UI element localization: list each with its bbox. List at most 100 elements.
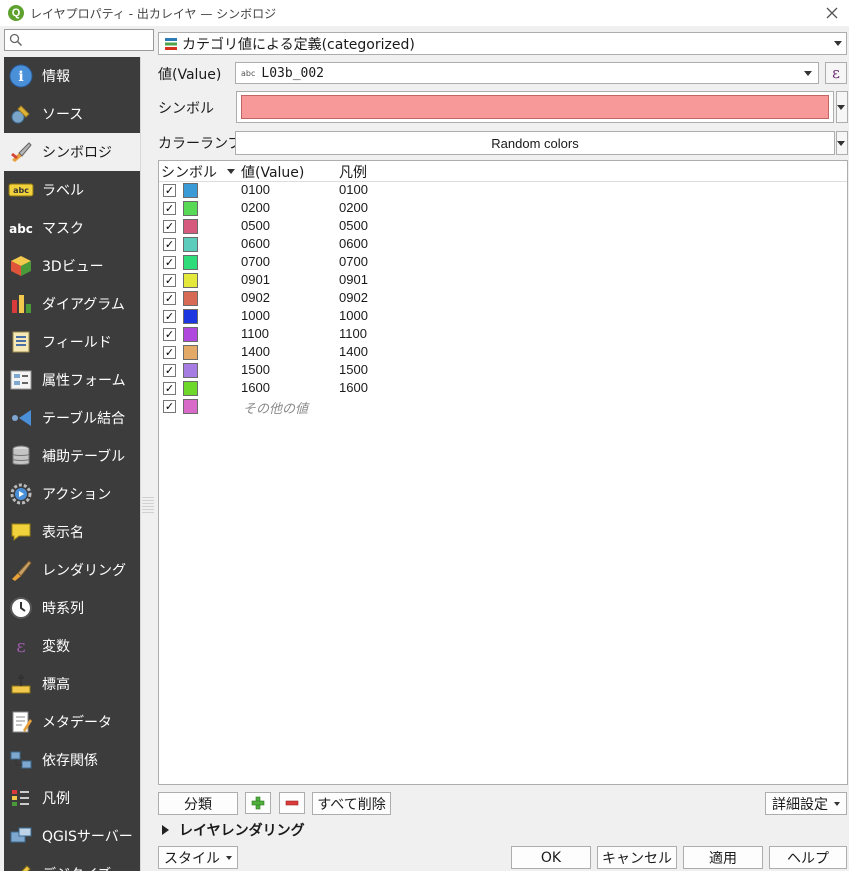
renderer-type-select[interactable]: カテゴリ値による定義(categorized) <box>158 32 847 55</box>
category-value: 1000 <box>241 308 270 323</box>
category-checkbox[interactable]: ✓ <box>163 184 176 197</box>
category-checkbox[interactable]: ✓ <box>163 238 176 251</box>
table-row[interactable]: ✓ 0100 0100 <box>159 182 847 200</box>
advanced-button[interactable]: 詳細設定 <box>765 792 847 815</box>
sidebar-item-attribute-form[interactable]: 属性フォーム <box>4 361 140 399</box>
category-symbol[interactable] <box>183 345 198 360</box>
search-icon <box>9 33 23 47</box>
sort-indicator-icon <box>227 169 235 174</box>
table-row-other-values[interactable]: ✓ その他の値 <box>159 398 847 417</box>
sidebar-item-symbology[interactable]: シンボロジ <box>4 133 140 171</box>
table-row[interactable]: ✓ 0500 0500 <box>159 218 847 236</box>
category-symbol[interactable] <box>183 381 198 396</box>
sidebar-item-legend[interactable]: 凡例 <box>4 779 140 817</box>
symbol-button[interactable] <box>236 91 834 123</box>
rendering-icon <box>8 557 34 583</box>
category-symbol[interactable] <box>183 399 198 414</box>
category-checkbox[interactable]: ✓ <box>163 292 176 305</box>
column-header-symbol[interactable]: シンボル <box>161 162 217 182</box>
sidebar-item-actions[interactable]: アクション <box>4 475 140 513</box>
sidebar-item-qgis-server[interactable]: QGISサーバー <box>4 817 140 855</box>
category-symbol[interactable] <box>183 273 198 288</box>
category-checkbox[interactable]: ✓ <box>163 328 176 341</box>
category-checkbox[interactable]: ✓ <box>163 274 176 287</box>
color-ramp-dropdown-button[interactable] <box>836 131 848 155</box>
symbology-icon <box>8 139 34 165</box>
splitter-grip[interactable] <box>142 497 154 513</box>
category-symbol[interactable] <box>183 291 198 306</box>
category-checkbox[interactable]: ✓ <box>163 202 176 215</box>
category-symbol[interactable] <box>183 201 198 216</box>
table-row[interactable]: ✓ 1600 1600 <box>159 380 847 398</box>
table-row[interactable]: ✓ 1000 1000 <box>159 308 847 326</box>
scrollbar-thumb[interactable] <box>144 61 152 841</box>
table-row[interactable]: ✓ 1500 1500 <box>159 362 847 380</box>
table-row[interactable]: ✓ 0700 0700 <box>159 254 847 272</box>
sidebar-item-metadata[interactable]: メタデータ <box>4 703 140 741</box>
table-row[interactable]: ✓ 1100 1100 <box>159 326 847 344</box>
color-ramp-button[interactable]: Random colors <box>235 131 835 155</box>
table-row[interactable]: ✓ 0600 0600 <box>159 236 847 254</box>
sidebar-item-3d-view[interactable]: 3Dビュー <box>4 247 140 285</box>
remove-category-button[interactable] <box>279 792 305 814</box>
category-symbol[interactable] <box>183 255 198 270</box>
expression-button[interactable]: ε <box>825 62 847 84</box>
sidebar-item-diagram[interactable]: ダイアグラム <box>4 285 140 323</box>
sidebar-search-input[interactable] <box>4 29 154 51</box>
symbol-dropdown-button[interactable] <box>836 91 848 123</box>
table-row[interactable]: ✓ 1400 1400 <box>159 344 847 362</box>
category-symbol[interactable] <box>183 183 198 198</box>
category-checkbox[interactable]: ✓ <box>163 400 176 413</box>
classify-button[interactable]: 分類 <box>158 792 238 815</box>
table-row[interactable]: ✓ 0902 0902 <box>159 290 847 308</box>
close-button[interactable] <box>821 3 843 23</box>
sidebar-item-auxiliary-storage[interactable]: 補助テーブル <box>4 437 140 475</box>
value-field-combo[interactable]: abc L03b_002 <box>235 62 819 84</box>
apply-button[interactable]: 適用 <box>683 846 763 869</box>
cancel-button[interactable]: キャンセル <box>597 846 677 869</box>
auxiliary-storage-icon <box>8 443 34 469</box>
sidebar-item-variables[interactable]: ε 変数 <box>4 627 140 665</box>
sidebar-item-labels[interactable]: abc ラベル <box>4 171 140 209</box>
sidebar-item-fields[interactable]: フィールド <box>4 323 140 361</box>
layer-rendering-toggle[interactable]: レイヤレンダリング <box>162 820 305 840</box>
category-value: 0100 <box>241 182 270 197</box>
category-symbol[interactable] <box>183 327 198 342</box>
delete-all-button[interactable]: すべて削除 <box>312 792 391 815</box>
sidebar-item-mask[interactable]: abc マスク <box>4 209 140 247</box>
add-category-button[interactable] <box>245 792 271 814</box>
category-symbol[interactable] <box>183 309 198 324</box>
category-checkbox[interactable]: ✓ <box>163 256 176 269</box>
value-label: 値(Value) <box>158 67 222 83</box>
sidebar-item-info[interactable]: i 情報 <box>4 57 140 95</box>
field-type-icon: abc <box>241 68 256 78</box>
symbol-preview <box>241 95 829 119</box>
category-symbol[interactable] <box>183 237 198 252</box>
help-button[interactable]: ヘルプ <box>769 846 847 869</box>
ok-button[interactable]: OK <box>511 846 591 869</box>
table-row[interactable]: ✓ 0901 0901 <box>159 272 847 290</box>
category-symbol[interactable] <box>183 219 198 234</box>
category-checkbox[interactable]: ✓ <box>163 346 176 359</box>
sidebar-item-source[interactable]: ソース <box>4 95 140 133</box>
close-icon <box>826 7 838 19</box>
sidebar-item-temporal[interactable]: 時系列 <box>4 589 140 627</box>
sidebar-item-display[interactable]: 表示名 <box>4 513 140 551</box>
sidebar-item-digitizing[interactable]: デジタイズ <box>4 855 140 871</box>
table-row[interactable]: ✓ 0200 0200 <box>159 200 847 218</box>
sidebar-item-rendering[interactable]: レンダリング <box>4 551 140 589</box>
category-symbol[interactable] <box>183 363 198 378</box>
sidebar-item-joins[interactable]: テーブル結合 <box>4 399 140 437</box>
style-button[interactable]: スタイル <box>158 846 238 869</box>
column-header-legend[interactable]: 凡例 <box>339 162 367 182</box>
category-checkbox[interactable]: ✓ <box>163 382 176 395</box>
categories-table[interactable]: シンボル 値(Value) 凡例 ✓ 0100 0100 ✓ 0200 0200 ✓ 0500… <box>158 160 848 785</box>
category-checkbox[interactable]: ✓ <box>163 310 176 323</box>
category-checkbox[interactable]: ✓ <box>163 220 176 233</box>
column-header-value[interactable]: 値(Value) <box>241 162 304 182</box>
sidebar-scrollbar[interactable] <box>140 57 154 871</box>
sidebar-item-label: 3Dビュー <box>42 259 104 275</box>
sidebar-item-elevation[interactable]: 標高 <box>4 665 140 703</box>
category-checkbox[interactable]: ✓ <box>163 364 176 377</box>
sidebar-item-dependencies[interactable]: 依存関係 <box>4 741 140 779</box>
